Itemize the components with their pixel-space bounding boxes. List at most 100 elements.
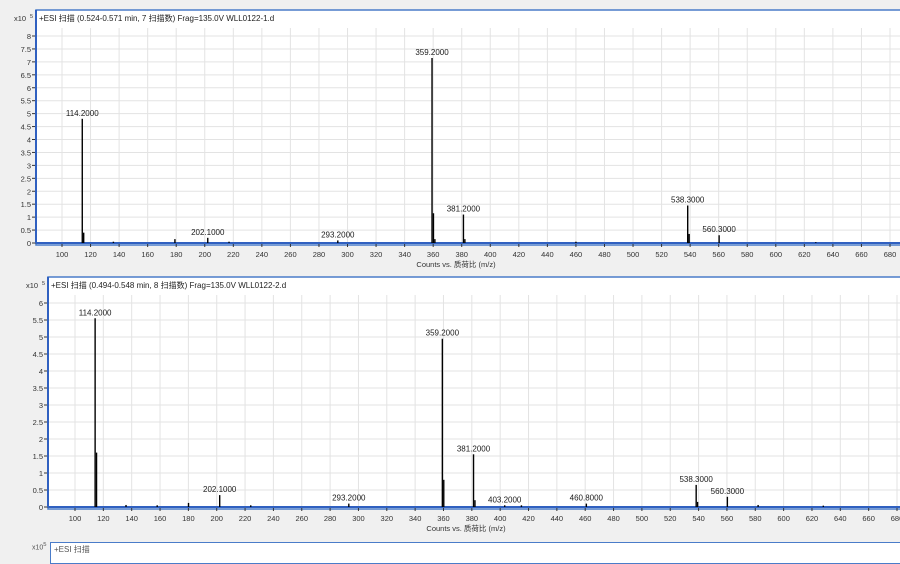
peak-label: 538.3000 [679,475,713,484]
y-tick-label: 3.5 [21,148,31,157]
x-tick-label: 440 [541,250,554,259]
x-tick-label: 400 [484,250,497,259]
y-tick-label: 2 [39,435,43,444]
y-tick-label: 4.5 [21,123,31,132]
y-tick-label: 3.5 [33,384,43,393]
peak-label: 560.3000 [702,225,736,234]
x-tick-label: 660 [862,514,875,523]
y-multiplier-label: x105 [32,542,47,552]
y-tick-label: 5 [39,333,43,342]
x-tick-label: 600 [770,250,783,259]
x-tick-label: 400 [494,514,507,523]
x-axis-label: Counts vs. 质荷比 (m/z) [416,259,496,269]
y-tick-label: 3 [27,161,31,170]
x-tick-label: 380 [466,514,479,523]
peak-label: 114.2000 [66,109,99,118]
x-tick-label: 220 [227,250,240,259]
y-tick-label: 3 [39,401,43,410]
y-tick-label: 8 [27,32,31,41]
y-tick-label: 7.5 [21,45,31,54]
x-tick-label: 600 [777,514,790,523]
y-tick-label: 5 [27,110,31,119]
x-tick-label: 300 [341,250,354,259]
y-tick-label: 0 [39,503,43,512]
y-multiplier-label: x10 [26,281,38,290]
y-tick-label: 4 [39,367,43,376]
x-axis-label: Counts vs. 质荷比 (m/z) [426,523,506,533]
peak-label: 403.2000 [488,495,522,504]
y-exponent-label: 5 [30,14,33,20]
x-tick-label: 580 [749,514,762,523]
y-tick-label: 5.5 [33,316,43,325]
y-tick-label: 1.5 [21,200,31,209]
spectrum-chart-1[interactable]: +ESI 扫描 (0.524-0.571 min, 7 扫描数) Frag=13… [10,9,900,272]
x-tick-label: 300 [352,514,365,523]
x-tick-label: 160 [141,250,154,259]
x-tick-label: 200 [210,514,223,523]
x-tick-label: 540 [692,514,705,523]
y-tick-label: 2 [27,187,31,196]
x-tick-label: 520 [664,514,677,523]
y-tick-label: 2.5 [33,418,43,427]
spectrum-chart-2[interactable]: +ESI 扫描 (0.494-0.548 min, 8 扫描数) Frag=13… [14,276,900,533]
x-tick-label: 560 [721,514,734,523]
chart-title: +ESI 扫描 (0.524-0.571 min, 7 扫描数) Frag=13… [39,13,274,23]
y-tick-label: 1 [27,213,31,222]
x-tick-label: 100 [56,250,69,259]
x-tick-label: 340 [409,514,422,523]
peak-label: 359.2000 [426,329,460,338]
x-tick-label: 260 [284,250,297,259]
x-tick-label: 320 [381,514,394,523]
x-tick-label: 220 [239,514,252,523]
x-tick-label: 520 [655,250,668,259]
x-tick-label: 140 [125,514,138,523]
x-tick-label: 620 [798,250,811,259]
spectrum-panel-2: +ESI 扫描 (0.494-0.548 min, 8 扫描数) Frag=13… [14,276,900,533]
peak-label: 538.3000 [671,195,705,204]
y-multiplier-label: x10 [14,14,26,23]
x-tick-label: 340 [398,250,411,259]
peak-label: 560.3000 [711,487,745,496]
peak-label: 460.8000 [570,494,604,503]
y-tick-label: 0.5 [33,486,43,495]
y-tick-label: 2.5 [21,174,31,183]
x-tick-label: 480 [607,514,620,523]
x-tick-label: 140 [113,250,126,259]
chart-title: +ESI 扫描 (0.494-0.548 min, 8 扫描数) Frag=13… [51,280,286,290]
spectrum-panel-1: +ESI 扫描 (0.524-0.571 min, 7 扫描数) Frag=13… [10,9,900,272]
x-tick-label: 160 [154,514,167,523]
x-tick-label: 680 [884,250,897,259]
y-tick-label: 0.5 [21,226,31,235]
peak-label: 202.1000 [191,228,225,237]
peak-label: 202.1000 [203,485,237,494]
x-tick-label: 420 [513,250,526,259]
peak-label: 293.2000 [332,494,366,503]
x-tick-label: 420 [522,514,535,523]
x-tick-label: 480 [598,250,611,259]
plot-frame: +ESI 扫描 [50,542,900,564]
y-tick-label: 7 [27,58,31,67]
y-tick-label: 1.5 [33,452,43,461]
y-tick-label: 5.5 [21,97,31,106]
x-tick-label: 560 [712,250,725,259]
peak-label: 114.2000 [79,308,112,317]
peak-label: 381.2000 [457,444,491,453]
x-tick-label: 180 [170,250,183,259]
x-tick-label: 620 [806,514,819,523]
y-tick-label: 6 [39,299,43,308]
y-tick-label: 6 [27,84,31,93]
x-tick-label: 660 [855,250,868,259]
y-tick-label: 4 [27,136,31,145]
x-tick-label: 180 [182,514,195,523]
x-tick-label: 500 [636,514,649,523]
peak-label: 381.2000 [447,205,481,214]
x-tick-label: 200 [199,250,212,259]
x-tick-label: 680 [891,514,900,523]
x-tick-label: 120 [84,250,97,259]
x-tick-label: 640 [827,250,840,259]
x-tick-label: 320 [370,250,383,259]
x-tick-label: 460 [579,514,592,523]
x-tick-label: 240 [256,250,269,259]
x-tick-label: 640 [834,514,847,523]
x-tick-label: 280 [313,250,326,259]
